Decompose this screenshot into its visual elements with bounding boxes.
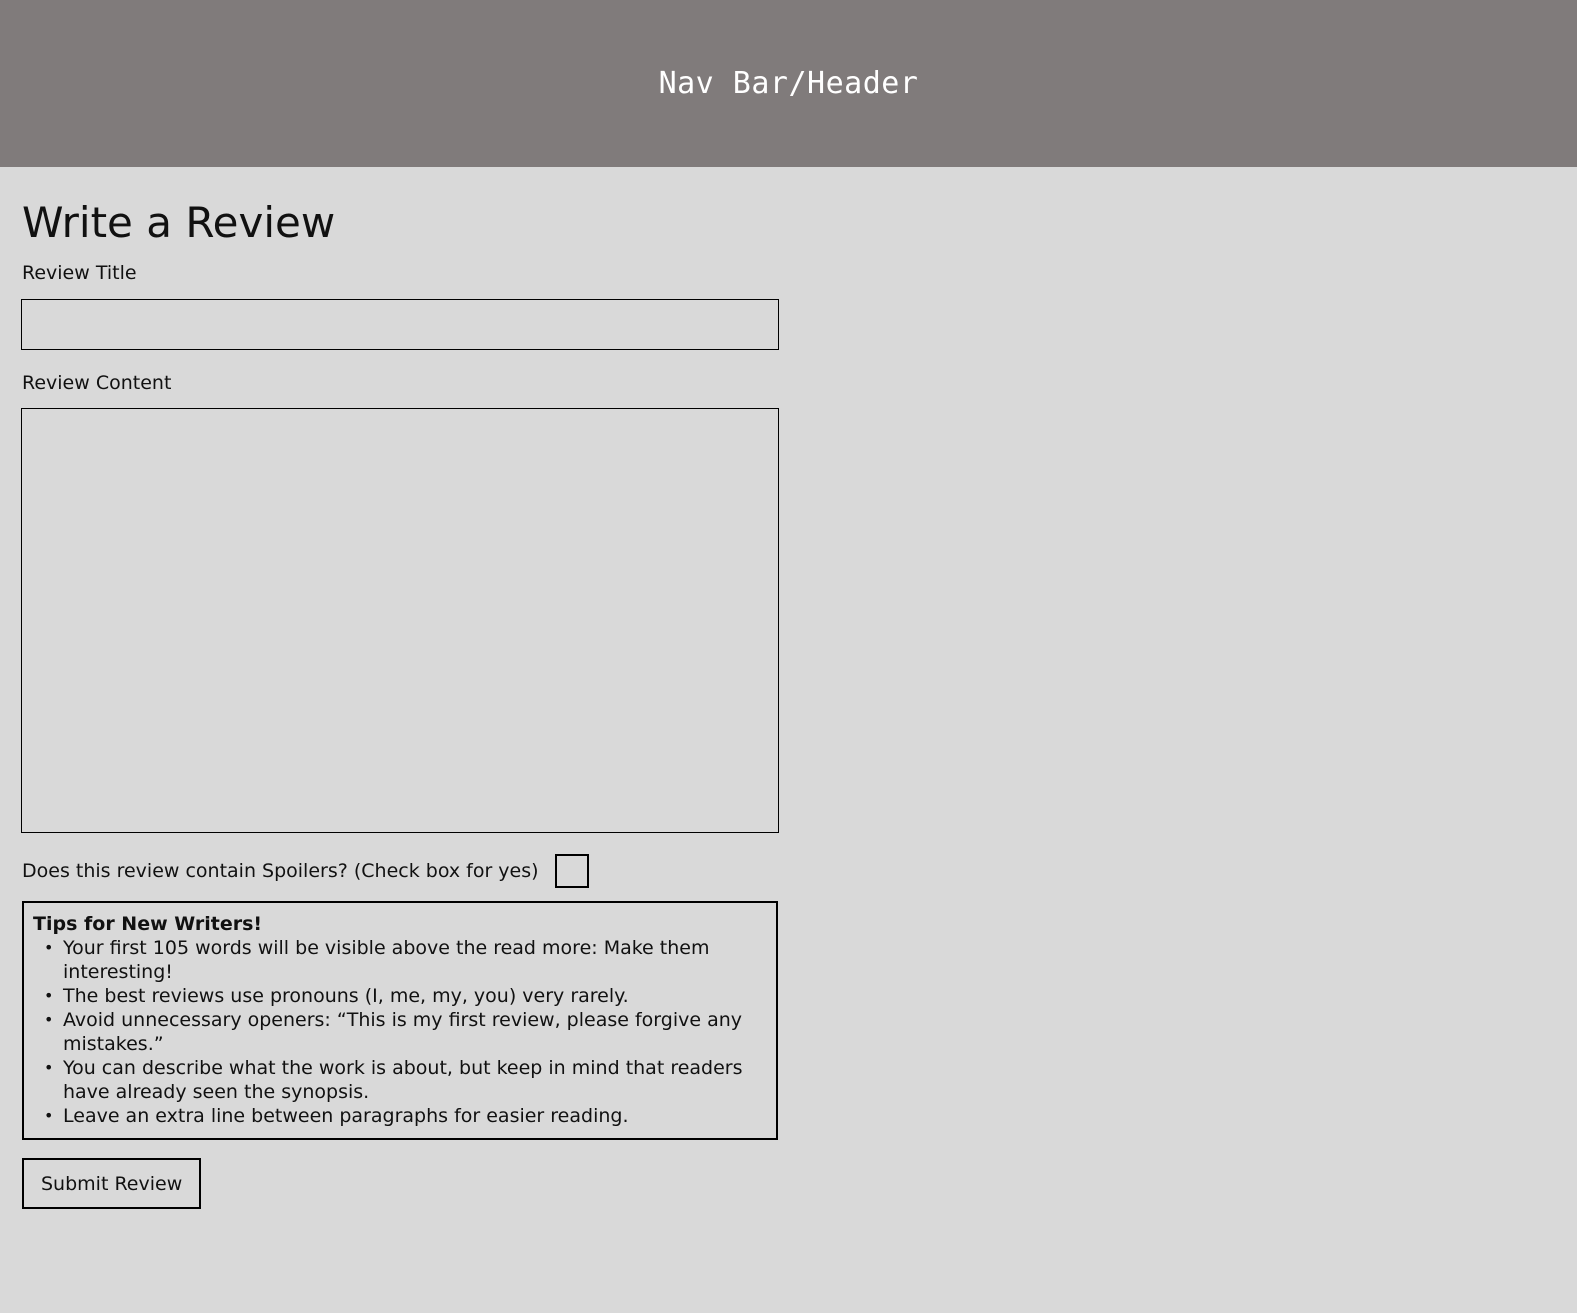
- page-title: Write a Review: [22, 198, 336, 247]
- tips-heading: Tips for New Writers!: [33, 913, 263, 935]
- tip-text: The best reviews use pronouns (I, me, my…: [63, 985, 629, 1007]
- nav-header-text: Nav Bar/Header: [658, 66, 919, 101]
- tips-list: • Your first 105 words will be visible ab…: [33, 936, 768, 1128]
- review-title-input[interactable]: [21, 299, 779, 350]
- bullet-icon: •: [44, 1058, 54, 1077]
- tip-item: • Your first 105 words will be visible ab…: [33, 936, 768, 984]
- tip-text: Your first 105 words will be visible abo…: [63, 937, 710, 983]
- tip-text: Leave an extra line between paragraphs f…: [63, 1105, 629, 1127]
- bullet-icon: •: [44, 1010, 54, 1029]
- tip-item: • The best reviews use pronouns (I, me, m…: [33, 984, 768, 1008]
- bullet-icon: •: [44, 986, 54, 1005]
- nav-header: Nav Bar/Header: [0, 0, 1577, 167]
- tip-item: • You can describe what the work is about…: [33, 1056, 768, 1104]
- tip-item: • Avoid unnecessary openers: “This is my …: [33, 1008, 768, 1056]
- review-content-label: Review Content: [22, 372, 172, 394]
- spoiler-row: Does this review contain Spoilers? (Chec…: [22, 854, 589, 888]
- spoiler-checkbox[interactable]: [554, 854, 589, 888]
- spoiler-label: Does this review contain Spoilers? (Chec…: [22, 860, 539, 882]
- tip-item: • Leave an extra line between paragraphs …: [33, 1104, 768, 1128]
- tips-box: Tips for New Writers! • Your first 105 wo…: [22, 901, 778, 1140]
- review-title-label: Review Title: [22, 262, 137, 284]
- tip-text: Avoid unnecessary openers: “This is my f…: [63, 1009, 743, 1055]
- bullet-icon: •: [44, 1106, 54, 1125]
- tip-text: You can describe what the work is about,…: [63, 1057, 743, 1103]
- submit-review-button[interactable]: Submit Review: [22, 1158, 202, 1209]
- bullet-icon: •: [44, 938, 54, 957]
- review-content-textarea[interactable]: [21, 408, 779, 833]
